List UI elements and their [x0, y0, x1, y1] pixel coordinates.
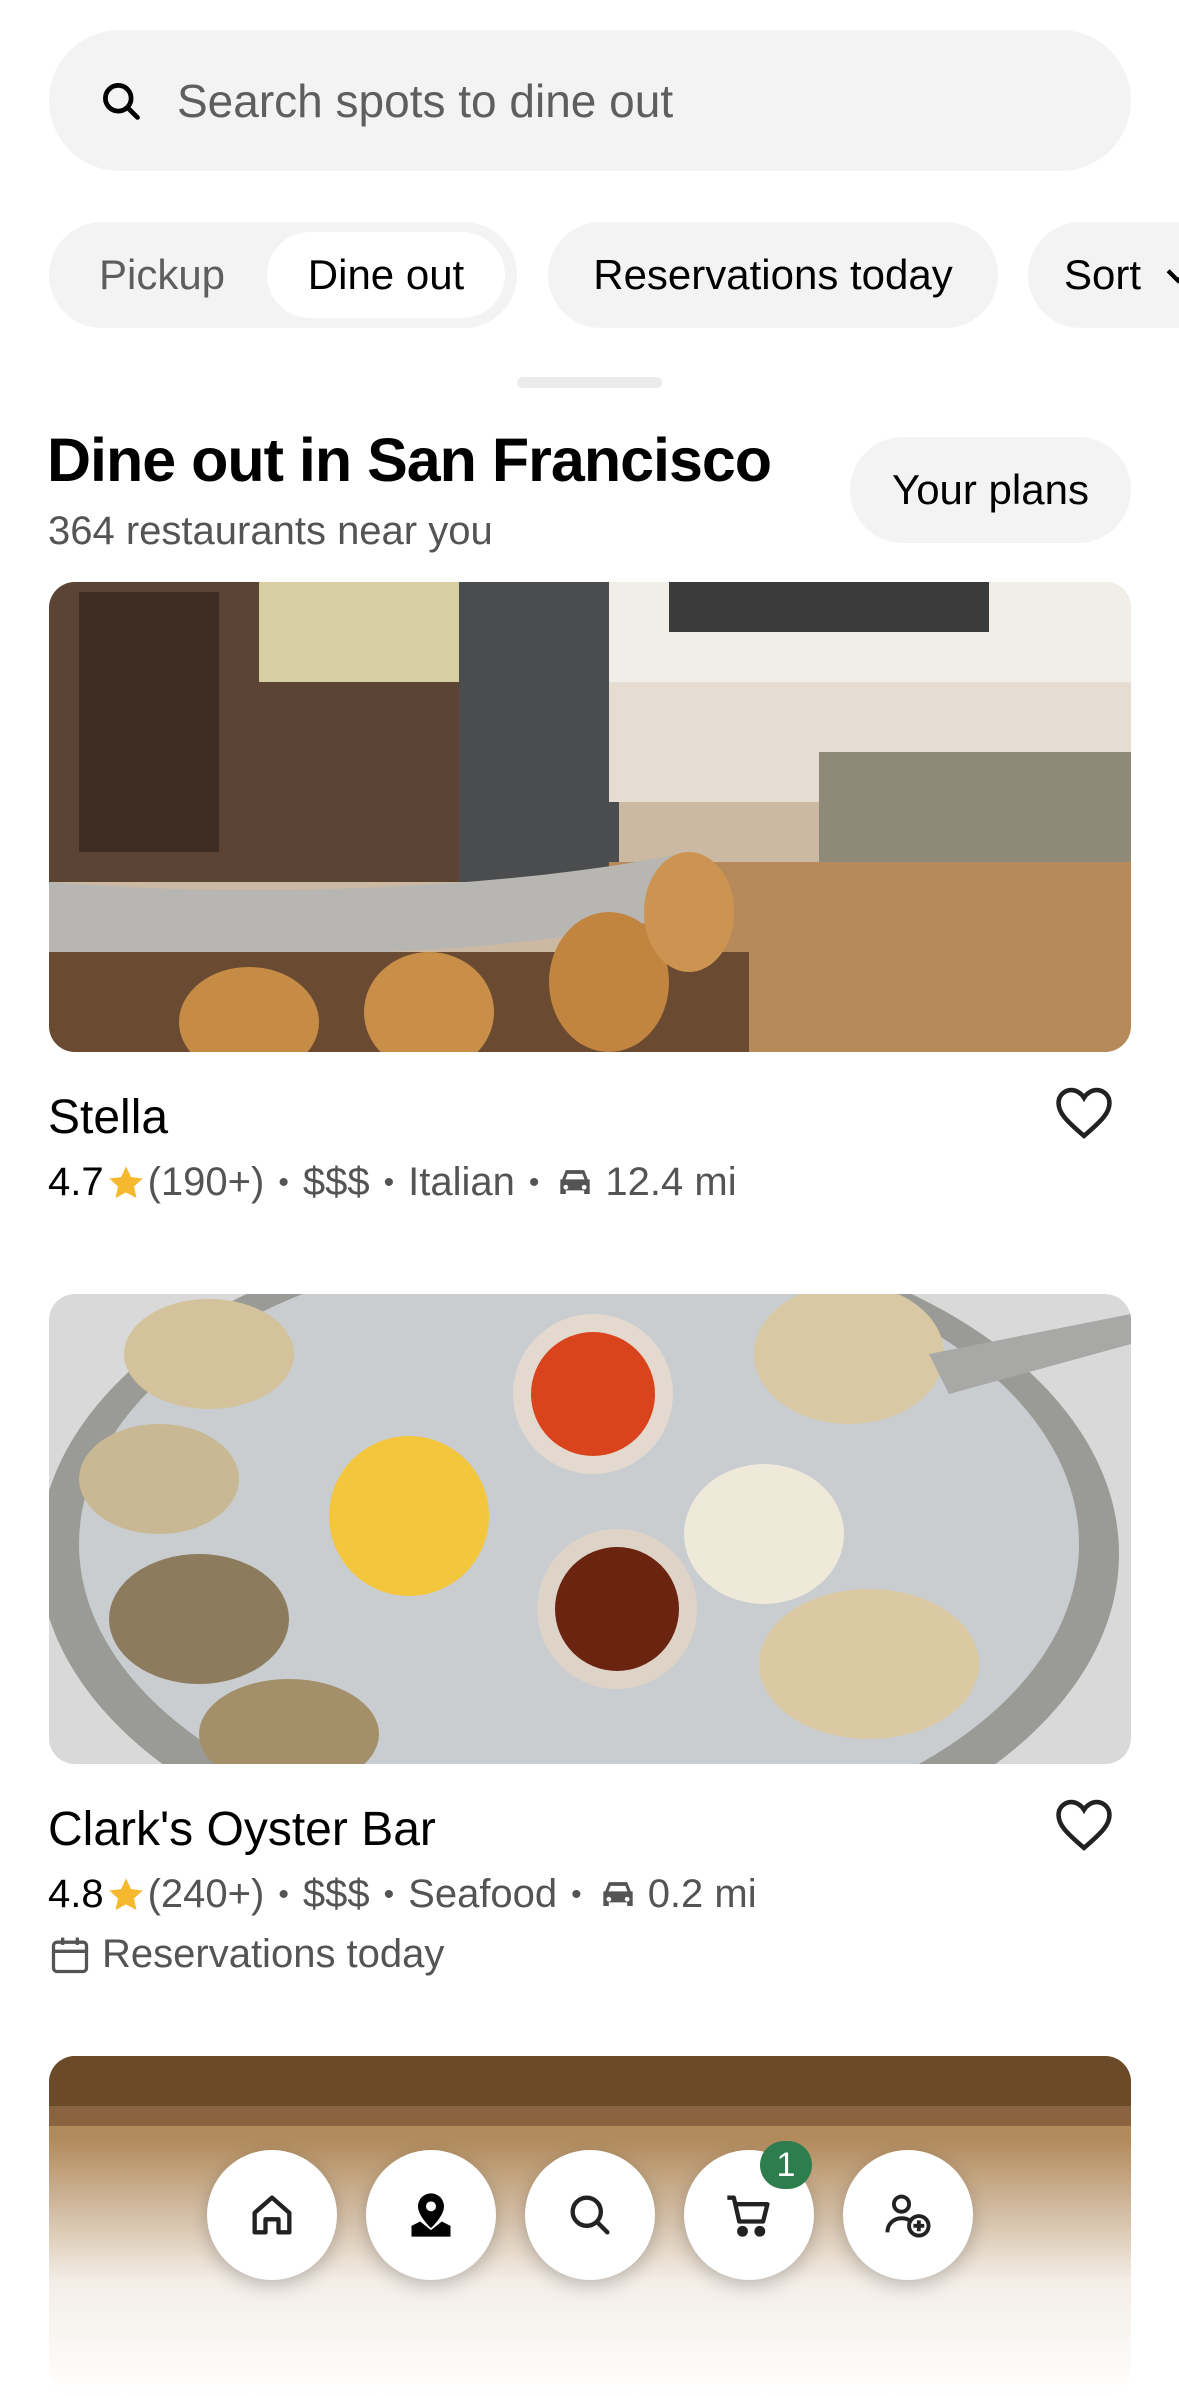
- search-bar[interactable]: [49, 30, 1131, 171]
- mode-pickup[interactable]: Pickup: [67, 232, 257, 318]
- home-icon: [252, 2195, 292, 2235]
- review-count: (240+): [147, 1872, 265, 1916]
- nav-account-button[interactable]: [843, 2150, 973, 2280]
- nav-home-button[interactable]: [207, 2150, 337, 2280]
- calendar-icon: [51, 1937, 89, 1973]
- restaurant-meta: 4.7 (190+) • $$$ • Italian • 12.4 mi: [48, 1160, 737, 1204]
- cuisine: Seafood: [408, 1872, 558, 1916]
- chevron-down-icon: [1166, 269, 1179, 284]
- mode-dine-out[interactable]: Dine out: [267, 232, 505, 318]
- reservation-note: Reservations today: [48, 1932, 444, 1977]
- favorite-heart-icon[interactable]: [1053, 1085, 1115, 1141]
- review-count: (190+): [147, 1160, 265, 1204]
- account-icon: [885, 2194, 931, 2238]
- restaurant-meta: 4.8 (240+) • $$$ • Seafood • 0.2 mi: [48, 1872, 757, 1916]
- sheet-drag-handle[interactable]: [517, 377, 662, 388]
- favorite-heart-icon[interactable]: [1053, 1797, 1115, 1853]
- rating-value: 4.8: [48, 1872, 104, 1916]
- nav-search-button[interactable]: [525, 2150, 655, 2280]
- explore-pin-icon: [411, 2193, 451, 2237]
- star-icon: [108, 1877, 143, 1910]
- car-icon: [603, 1881, 633, 1906]
- filter-row: Pickup Dine out Reservations today Sort: [49, 222, 1179, 328]
- star-icon: [108, 1165, 143, 1198]
- nav-explore-button[interactable]: [366, 2150, 496, 2280]
- restaurant-image-clarks-oyster-bar[interactable]: [49, 1294, 1131, 1764]
- search-icon: [103, 82, 140, 120]
- reservation-note-label: Reservations today: [102, 1932, 445, 1976]
- price-level: $$$: [302, 1160, 370, 1204]
- distance: 0.2 mi: [647, 1872, 757, 1916]
- section-subtitle: 364 restaurants near you: [48, 509, 493, 553]
- car-icon: [560, 1169, 591, 1194]
- reservations-today-chip[interactable]: Reservations today: [548, 222, 998, 328]
- price-level: $$$: [302, 1872, 370, 1916]
- rating-value: 4.7: [48, 1160, 104, 1204]
- restaurant-name[interactable]: Clark's Oyster Bar: [48, 1802, 436, 1857]
- cart-icon: [727, 2195, 770, 2237]
- your-plans-button[interactable]: Your plans: [850, 437, 1131, 543]
- sort-chip[interactable]: Sort: [1028, 222, 1179, 328]
- search-input[interactable]: [177, 73, 1077, 128]
- section-title: Dine out in San Francisco: [47, 426, 772, 494]
- search-icon: [570, 2195, 610, 2235]
- mode-toggle: Pickup Dine out: [49, 222, 517, 328]
- restaurant-name[interactable]: Stella: [48, 1090, 168, 1145]
- restaurant-image-stella[interactable]: [49, 582, 1131, 1052]
- cuisine: Italian: [408, 1160, 515, 1204]
- reservations-today-label: Reservations today: [593, 251, 953, 298]
- cart-count-badge: 1: [760, 2141, 812, 2189]
- distance: 12.4 mi: [605, 1160, 737, 1204]
- dine-out-page: Pickup Dine out Reservations today Sort …: [0, 0, 1179, 2396]
- sort-label: Sort: [1064, 251, 1142, 298]
